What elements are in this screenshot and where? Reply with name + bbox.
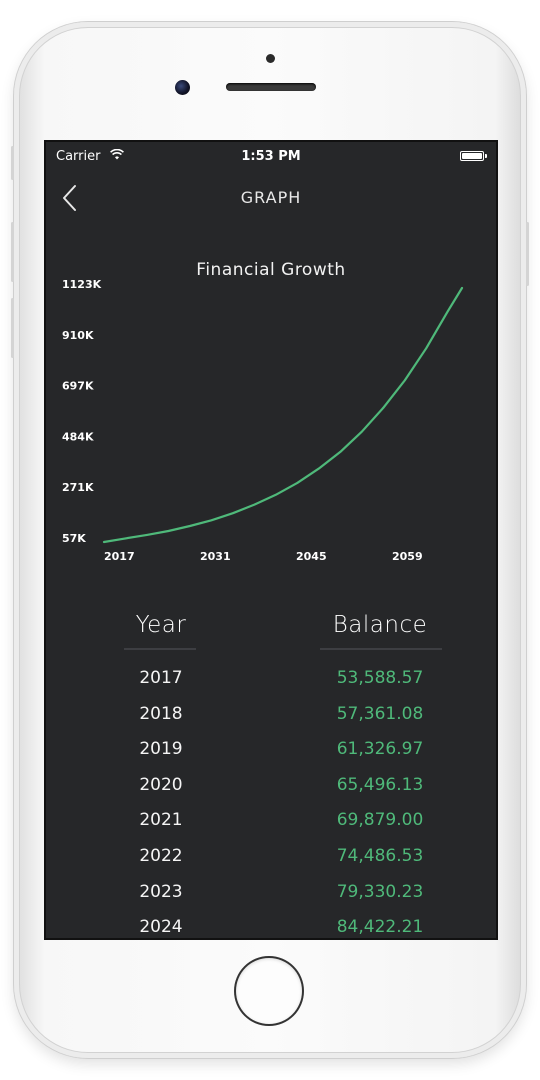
balance-cell: 84,422.21 bbox=[336, 917, 424, 938]
x-tick-label: 2017 bbox=[104, 550, 135, 563]
navigation-bar: GRAPH bbox=[46, 178, 496, 218]
y-tick-label: 1123K bbox=[62, 278, 102, 291]
year-cell: 2017 bbox=[139, 668, 183, 688]
balance-cell: 69,879.00 bbox=[336, 810, 424, 831]
table-row: 2021 69,879.00 bbox=[46, 810, 496, 846]
y-tick-label: 697K bbox=[62, 380, 94, 393]
home-button[interactable] bbox=[236, 958, 302, 1024]
table-row: 2024 84,422.21 bbox=[46, 917, 496, 938]
mute-switch bbox=[11, 146, 14, 180]
table-rows: 2017 53,588.57 2018 57,361.08 2019 61,326.97 2… bbox=[46, 668, 496, 938]
y-tick-label: 910K bbox=[62, 329, 94, 342]
balance-cell: 53,588.57 bbox=[336, 668, 424, 688]
balance-cell: 65,496.13 bbox=[336, 774, 424, 795]
device-frame: Carrier 1:53 PM GRAPH Financial Growth 1… bbox=[0, 0, 540, 1080]
year-cell: 2022 bbox=[139, 845, 183, 866]
header-year: Year bbox=[135, 612, 187, 638]
series-line bbox=[102, 286, 464, 544]
balance-cell: 57,361.08 bbox=[336, 703, 424, 724]
header-balance-underline bbox=[320, 648, 442, 650]
page-title: GRAPH bbox=[240, 188, 302, 207]
balance-cell: 79,330.23 bbox=[336, 881, 424, 902]
clock: 1:53 PM bbox=[241, 149, 301, 164]
header-balance: Balance bbox=[332, 612, 428, 638]
table-row: 2022 74,486.53 bbox=[46, 846, 496, 882]
growth-chart: Financial Growth 1123K 910K 697K 484K 271K 57… bbox=[46, 242, 496, 582]
front-camera-icon bbox=[175, 80, 190, 95]
x-tick-label: 2031 bbox=[200, 550, 231, 563]
x-tick-label: 2059 bbox=[392, 550, 423, 563]
earpiece-speaker bbox=[226, 83, 316, 91]
y-tick-label: 57K bbox=[62, 532, 86, 545]
table-row: 2023 79,330.23 bbox=[46, 882, 496, 918]
app-screen: Carrier 1:53 PM GRAPH Financial Growth 1… bbox=[46, 142, 496, 938]
proximity-sensor bbox=[266, 54, 275, 63]
year-cell: 2019 bbox=[139, 739, 183, 760]
growth-chart-plot: 1123K 910K 697K 484K 271K 57K 2017 2031 2045 2059 bbox=[62, 278, 464, 563]
year-cell: 2023 bbox=[139, 881, 183, 902]
table-row: 2018 57,361.08 bbox=[46, 704, 496, 740]
balance-cell: 61,326.97 bbox=[336, 739, 424, 760]
volume-down-button bbox=[11, 298, 14, 358]
table-row: 2020 65,496.13 bbox=[46, 775, 496, 811]
year-cell: 2018 bbox=[139, 703, 183, 724]
y-tick-label: 271K bbox=[62, 481, 94, 494]
power-button bbox=[526, 222, 529, 286]
table-row: 2017 53,588.57 bbox=[46, 668, 496, 704]
year-cell: 2024 bbox=[139, 917, 183, 938]
status-bar: Carrier 1:53 PM bbox=[46, 142, 496, 170]
x-tick-label: 2045 bbox=[296, 550, 327, 563]
battery-icon bbox=[460, 151, 487, 161]
year-cell: 2020 bbox=[139, 774, 183, 795]
table-row: 2019 61,326.97 bbox=[46, 739, 496, 775]
balance-cell: 74,486.53 bbox=[336, 845, 424, 866]
header-year-underline bbox=[124, 648, 196, 650]
year-cell: 2021 bbox=[139, 810, 183, 831]
volume-up-button bbox=[11, 222, 14, 282]
y-tick-label: 484K bbox=[62, 430, 94, 443]
